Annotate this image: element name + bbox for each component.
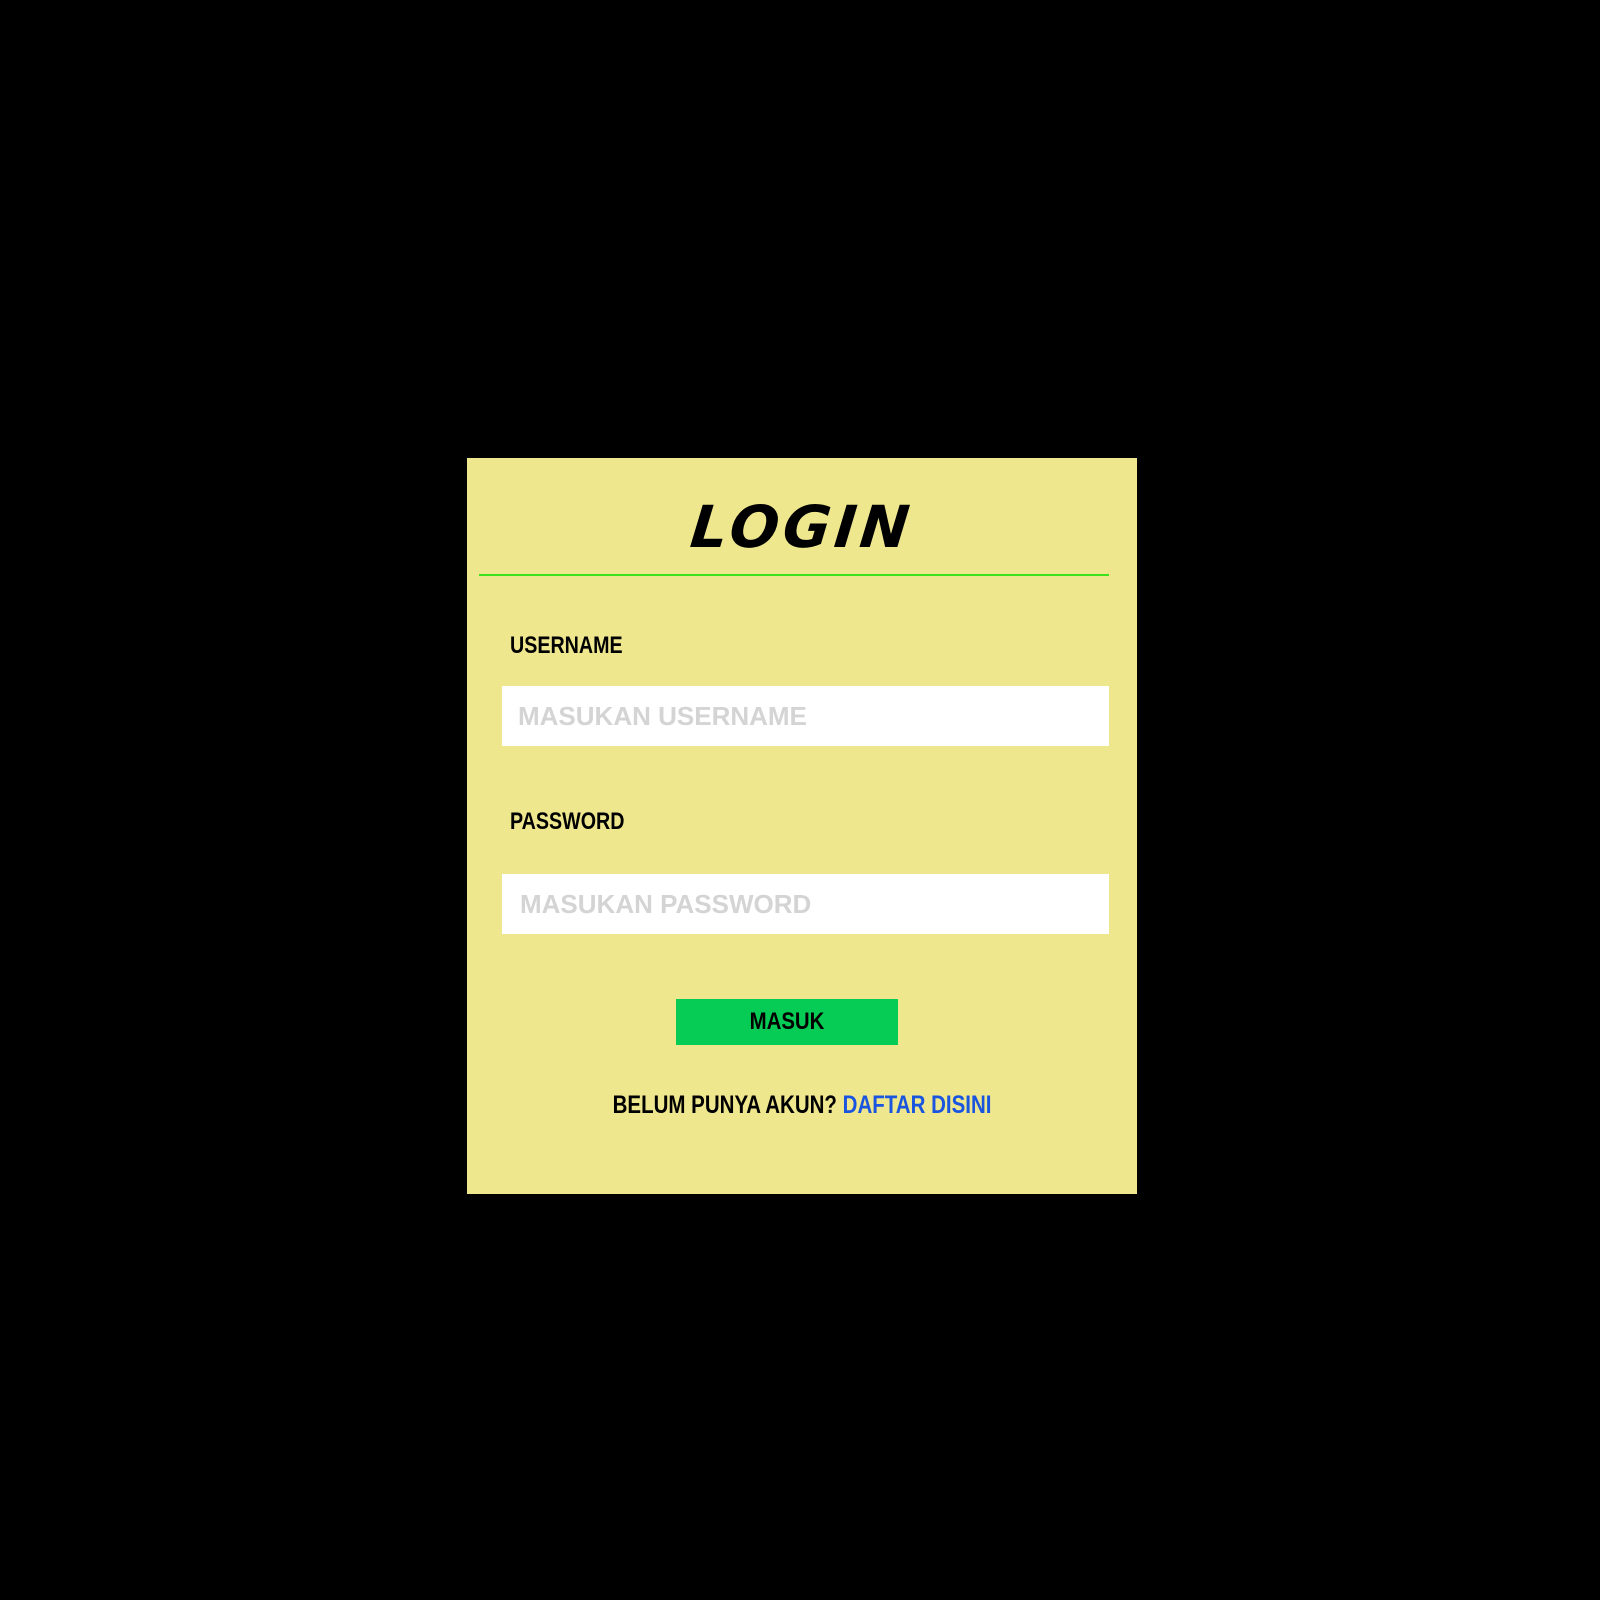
password-input[interactable] <box>502 874 1109 934</box>
title-divider <box>479 574 1109 576</box>
signup-line: BELUM PUNYA AKUN? DAFTAR DISINI <box>613 1091 992 1120</box>
masuk-button-label: MASUK <box>749 1008 825 1035</box>
signup-question: BELUM PUNYA AKUN? <box>612 1091 837 1119</box>
login-card: LOGIN USERNAME PASSWORD MASUK BELUM PUNY… <box>467 458 1137 1194</box>
login-title: LOGIN <box>687 493 917 561</box>
daftar-disini-link[interactable]: DAFTAR DISINI <box>843 1091 992 1119</box>
username-input[interactable] <box>502 686 1109 746</box>
username-label: USERNAME <box>510 632 623 659</box>
password-label: PASSWORD <box>510 808 625 835</box>
masuk-button[interactable]: MASUK <box>676 999 898 1045</box>
signup-prompt: BELUM PUNYA AKUN? DAFTAR DISINI <box>467 1091 1137 1120</box>
